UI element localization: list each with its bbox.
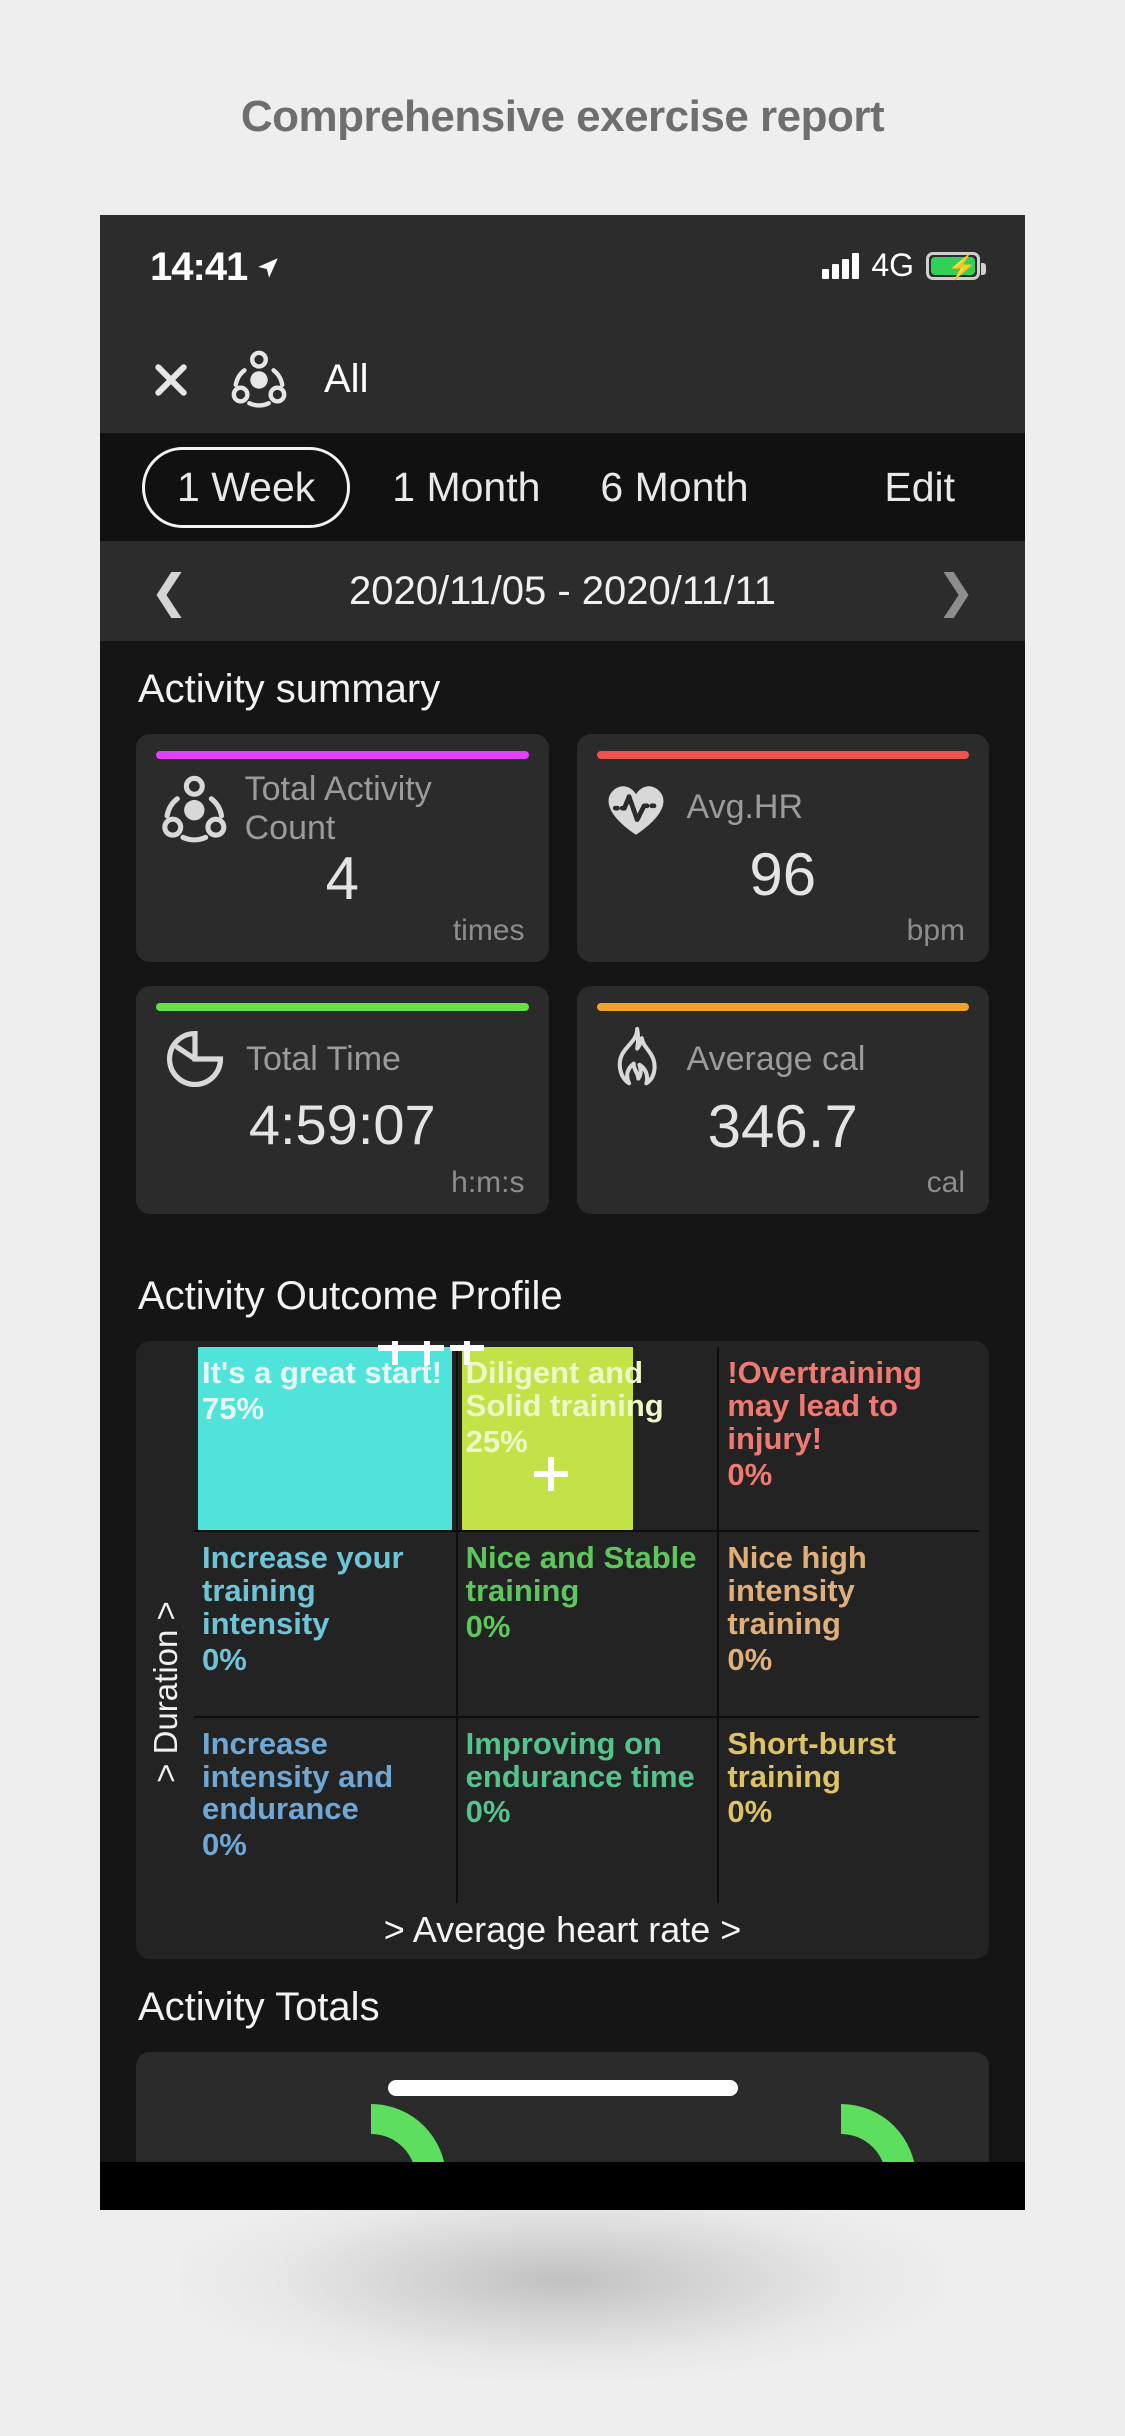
matrix-cell[interactable]: Increase intensity and endurance 0% xyxy=(194,1718,456,1903)
stopwatch-icon xyxy=(166,1030,224,1088)
flame-icon xyxy=(617,1026,657,1086)
matrix-cell-pct: 0% xyxy=(465,1794,511,1830)
card-label: Total Time xyxy=(246,1039,401,1078)
matrix-cell[interactable]: Improving on endurance time 0% xyxy=(455,1717,718,1903)
matrix-cell-pct: 0% xyxy=(727,1641,773,1677)
tab-1-week[interactable]: 1 Week xyxy=(142,446,351,528)
matrix-cell-text: Nice high intensity training xyxy=(727,1540,867,1642)
matrix-cell[interactable]: Nice high intensity training 0% xyxy=(717,1532,979,1718)
date-range-label: 2020/11/05 - 2020/11/11 xyxy=(348,568,777,613)
matrix-cell-pct: 0% xyxy=(202,1827,247,1863)
matrix-cell-pct: 0% xyxy=(465,1609,511,1645)
summary-card-row: Total Time 4:59:07 h:m:s Average cal 346… xyxy=(136,986,989,1214)
matrix-cell-text: Short-burst training xyxy=(727,1725,897,1794)
marker-plus-icon xyxy=(409,1341,444,1365)
outcome-matrix: > Duration > It's a great start! 75% Dil… xyxy=(136,1341,989,1959)
card-value: 4:59:07 xyxy=(248,1093,436,1156)
matrix-cell-pct: 0% xyxy=(727,1794,773,1830)
card-accent-bar xyxy=(156,751,529,759)
matrix-y-axis-label: > Duration > xyxy=(142,1527,190,1857)
matrix-cell-pct: 25% xyxy=(465,1423,528,1459)
card-accent-bar xyxy=(596,751,969,759)
matrix-cell-text: Increase your training intensity xyxy=(202,1540,404,1642)
nav-title: All xyxy=(324,356,369,401)
outcome-matrix-wrap: > Duration > It's a great start! 75% Dil… xyxy=(100,1341,1025,1959)
tab-6-month[interactable]: 6 Month xyxy=(594,464,754,511)
card-total-activity-count[interactable]: Total Activity Count 4 times xyxy=(136,734,549,962)
card-value: 346.7 xyxy=(707,1093,858,1160)
edit-button[interactable]: Edit xyxy=(878,464,961,511)
network-type-label: 4G xyxy=(871,247,914,283)
card-label: Avg.HR xyxy=(686,787,804,826)
activity-totals-title: Activity Totals xyxy=(100,1959,1025,2052)
home-indicator xyxy=(387,2080,738,2096)
matrix-cell-text: Increase intensity and endurance xyxy=(202,1725,394,1827)
activity-totals-section: Activity Totals xyxy=(100,1959,1025,2162)
matrix-cell[interactable]: !Overtraining may lead to injury! 0% xyxy=(717,1347,979,1533)
activity-circles-icon xyxy=(162,775,227,843)
matrix-cell-pct: 0% xyxy=(202,1641,247,1677)
card-value: 4 xyxy=(325,845,359,912)
matrix-cell[interactable]: Diligent and Solid training 25% xyxy=(449,1341,718,1533)
matrix-cell-text: !Overtraining may lead to injury! xyxy=(727,1355,922,1456)
donut-chart xyxy=(766,2104,916,2162)
phone-screen: 14:41 4G ⚡ All 1 Week 1 Month 6 Month Ed… xyxy=(100,215,1025,2210)
marker-plus-icon xyxy=(377,1341,412,1365)
card-value: 96 xyxy=(749,841,817,908)
matrix-cell-pct: 75% xyxy=(202,1390,265,1426)
card-label: Average cal xyxy=(686,1039,866,1078)
location-arrow-icon xyxy=(258,257,279,278)
card-unit: times xyxy=(452,914,525,947)
activity-circles-icon xyxy=(231,350,287,408)
status-bar-time: 14:41 xyxy=(150,245,248,289)
activity-outcome-profile-title: Activity Outcome Profile xyxy=(100,1248,1025,1341)
period-tabs: 1 Week 1 Month 6 Month Edit xyxy=(100,433,1025,541)
card-accent-bar xyxy=(596,1003,969,1011)
card-total-time[interactable]: Total Time 4:59:07 h:m:s xyxy=(136,986,549,1214)
card-unit: cal xyxy=(926,1166,965,1199)
heart-pulse-icon xyxy=(608,786,663,835)
activity-summary-title: Activity summary xyxy=(100,641,1025,734)
matrix-cell-text: Improving on endurance time xyxy=(465,1725,695,1794)
marker-plus-icon xyxy=(449,1341,484,1365)
battery-charging-icon: ⚡ xyxy=(926,251,986,280)
matrix-grid: It's a great start! 75% Diligent and Sol… xyxy=(194,1341,979,1903)
matrix-cell[interactable]: It's a great start! 75% xyxy=(194,1341,456,1533)
activity-totals-card[interactable] xyxy=(136,2052,989,2162)
status-bar: 14:41 4G ⚡ xyxy=(100,215,1025,325)
matrix-cell-text: Nice and Stable training xyxy=(465,1540,697,1609)
card-unit: h:m:s xyxy=(451,1166,525,1199)
signal-bars-icon xyxy=(822,252,860,279)
activity-summary-cards: Total Activity Count 4 times Avg.HR 96 b… xyxy=(100,734,1025,1248)
nav-bar: All xyxy=(100,325,1025,433)
card-unit: bpm xyxy=(906,914,965,947)
matrix-cell[interactable]: Short-burst training 0% xyxy=(717,1717,979,1903)
card-average-cal[interactable]: Average cal 346.7 cal xyxy=(576,986,989,1214)
status-bar-left: 14:41 xyxy=(150,245,281,290)
matrix-cell-text: Diligent and Solid training xyxy=(465,1355,664,1423)
matrix-cell[interactable]: Nice and Stable training 0% xyxy=(455,1532,718,1718)
matrix-cell[interactable]: Increase your training intensity 0% xyxy=(194,1532,456,1718)
status-bar-right: 4G ⚡ xyxy=(822,247,986,284)
date-navigation: ❮ 2020/11/05 - 2020/11/11 ❯ xyxy=(100,541,1025,641)
y-axis-text: > Duration > xyxy=(147,1601,184,1783)
matrix-x-axis-label: > Average heart rate > xyxy=(383,1909,742,1950)
tab-1-month[interactable]: 1 Month xyxy=(386,464,546,511)
card-avg-hr[interactable]: Avg.HR 96 bpm xyxy=(576,734,989,962)
donut-chart xyxy=(296,2104,446,2162)
card-accent-bar xyxy=(156,1003,529,1011)
matrix-cell-pct: 0% xyxy=(727,1456,773,1492)
card-label: Total Activity Count xyxy=(244,770,432,847)
marker-plus-icon xyxy=(533,1457,568,1491)
close-icon[interactable] xyxy=(148,356,194,402)
phone-shadow xyxy=(180,2180,945,2380)
page-title: Comprehensive exercise report xyxy=(240,92,885,141)
summary-card-row: Total Activity Count 4 times Avg.HR 96 b… xyxy=(136,734,989,962)
